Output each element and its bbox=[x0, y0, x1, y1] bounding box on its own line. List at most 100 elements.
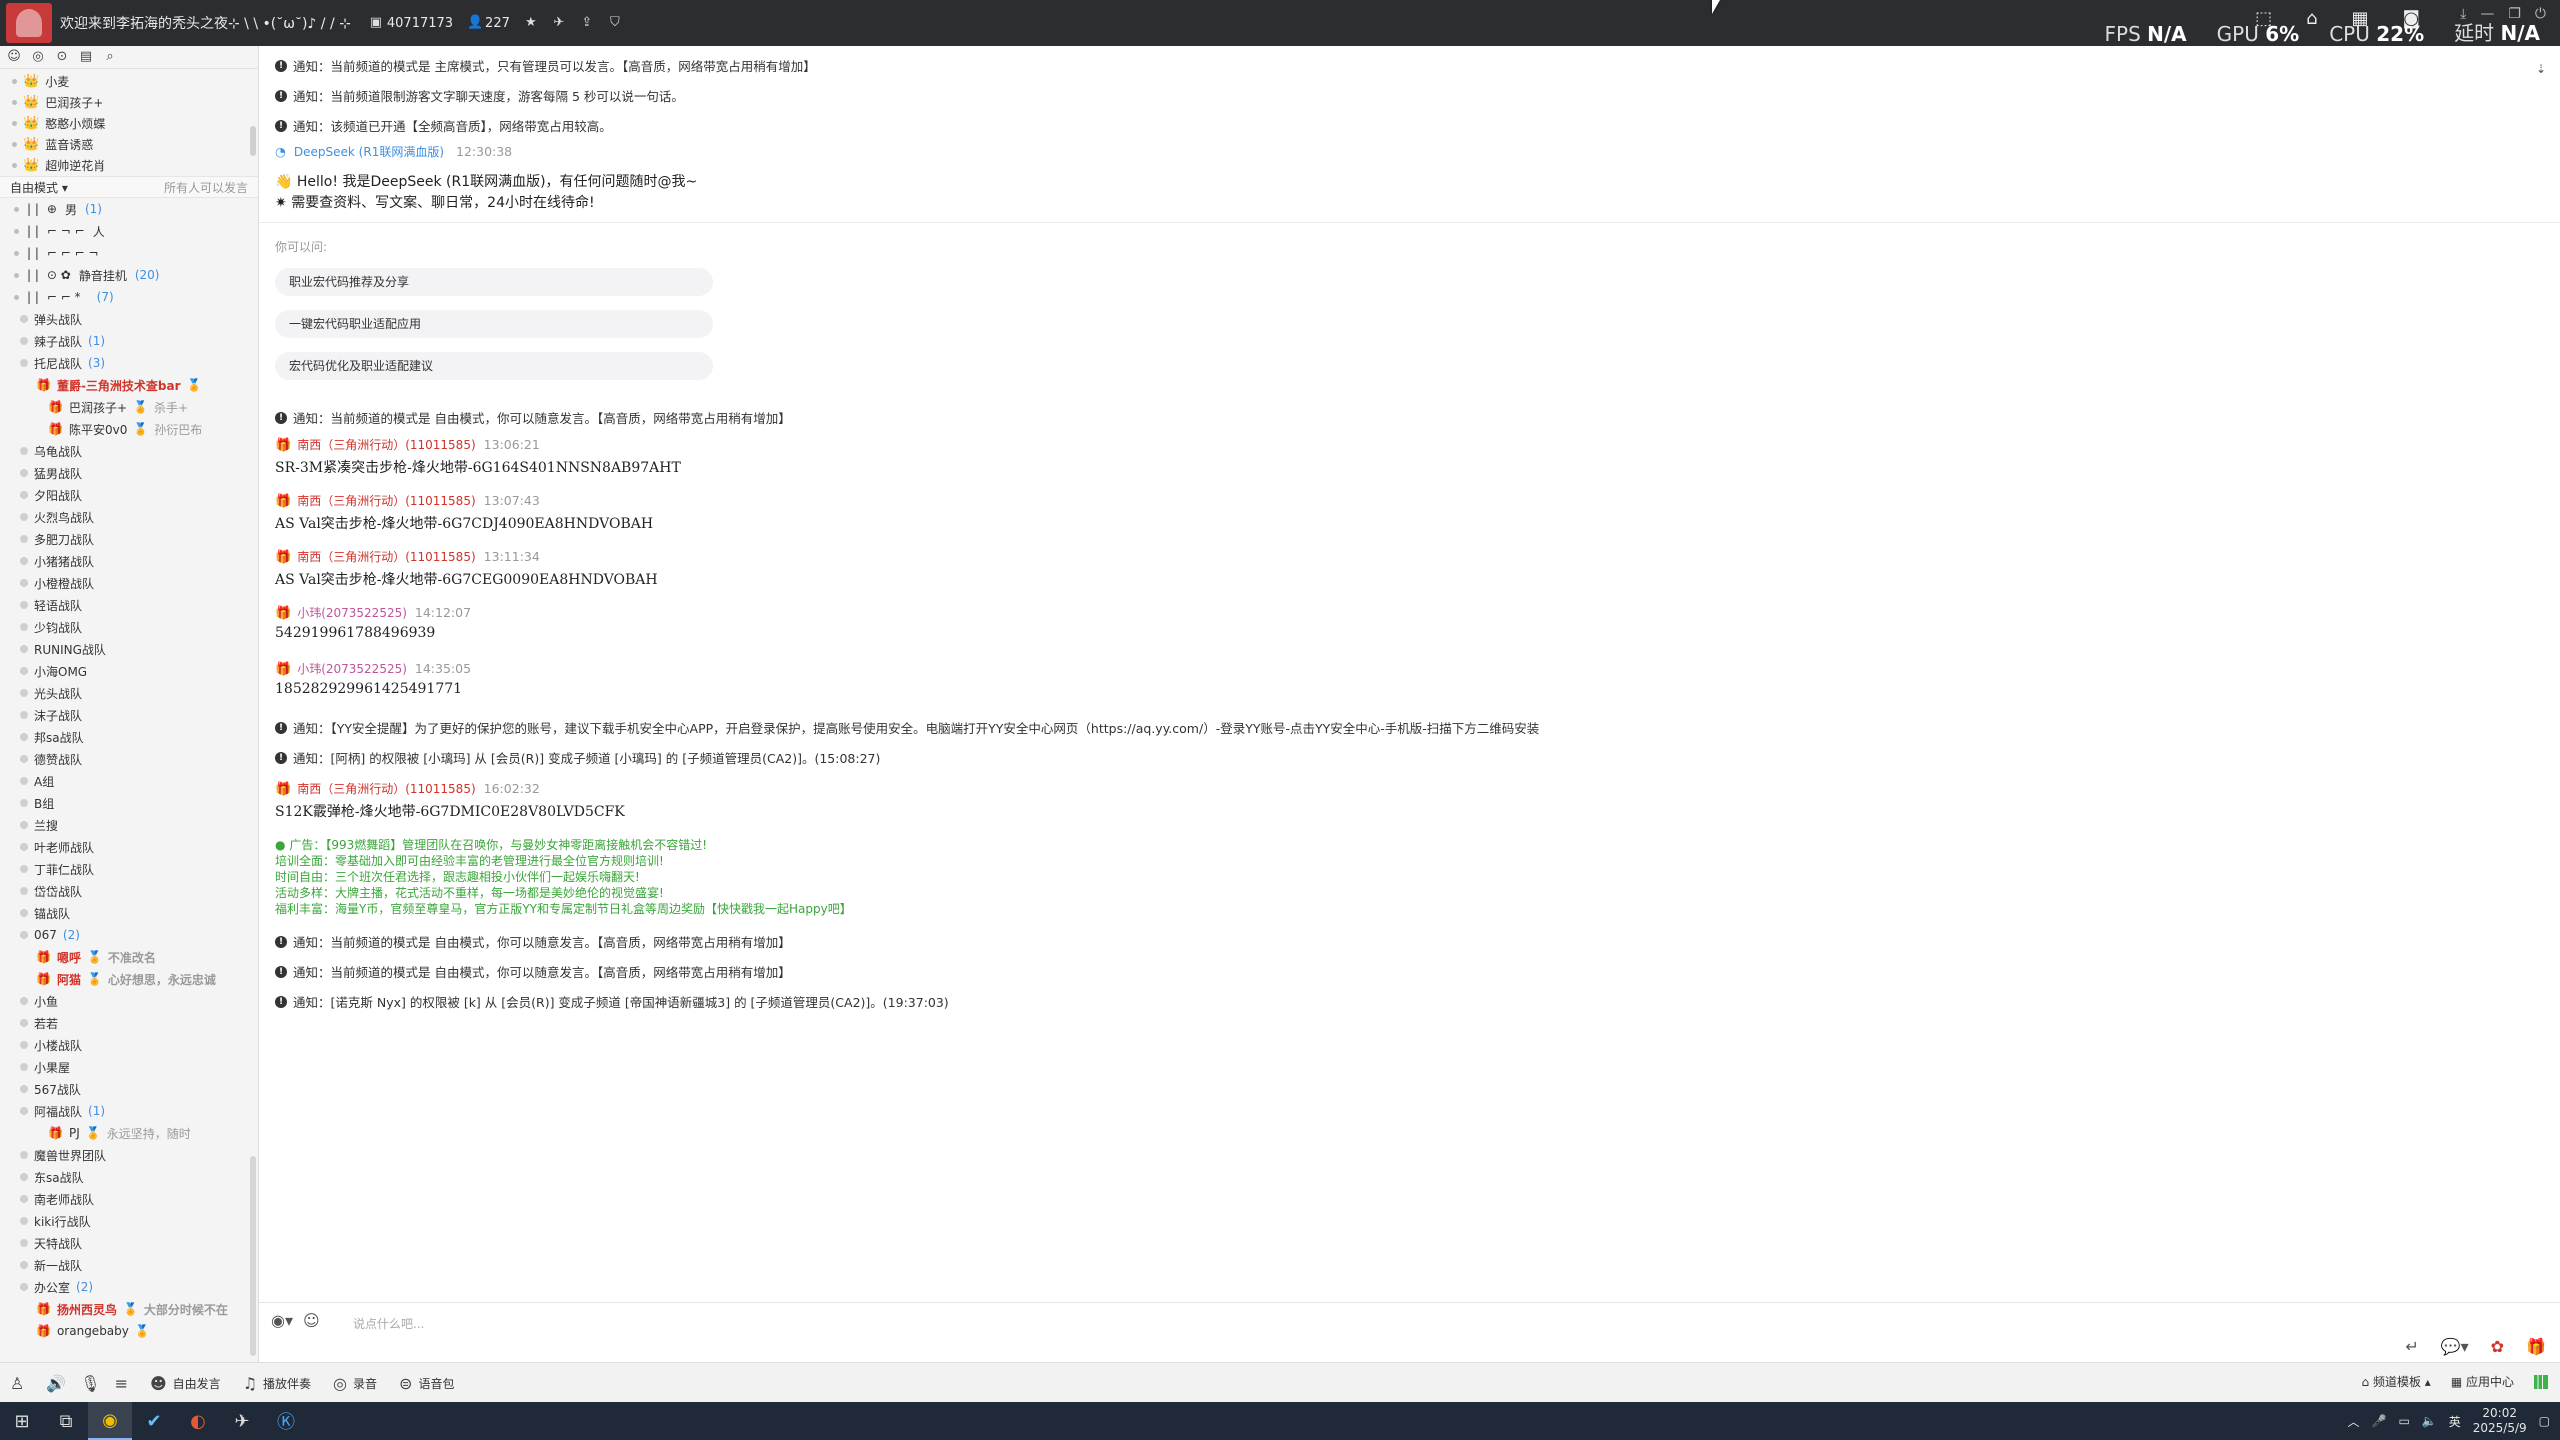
suggestion-pill[interactable]: 职业宏代码推荐及分享 bbox=[275, 268, 713, 296]
channel-item[interactable]: 叶老师战队 bbox=[0, 836, 258, 858]
user-item[interactable]: 👑 蓝音诱惑 bbox=[0, 134, 258, 155]
channel-item[interactable]: 岱岱战队 bbox=[0, 880, 258, 902]
star-icon[interactable]: ★ bbox=[524, 16, 538, 30]
channel-item[interactable]: 新一战队 bbox=[0, 1254, 258, 1276]
expand-toggle[interactable] bbox=[20, 1217, 28, 1225]
suggestion-pill[interactable]: 宏代码优化及职业适配建议 bbox=[275, 352, 713, 380]
speaker-button[interactable]: 🔊 bbox=[46, 1374, 66, 1393]
emoji-panel-icon[interactable]: ◉▾ bbox=[271, 1311, 293, 1330]
expand-toggle[interactable] bbox=[20, 997, 28, 1005]
message-sender[interactable]: 南西（三角洲行动）(11011585) bbox=[297, 550, 475, 564]
channel-item[interactable]: 兰搜 bbox=[0, 814, 258, 836]
taskbar-app-steam[interactable]: ✔ bbox=[132, 1402, 176, 1440]
expand-toggle[interactable] bbox=[20, 887, 28, 895]
mode-row[interactable]: 自由模式 ▾ 所有人可以发言 bbox=[0, 176, 258, 198]
member-item[interactable]: 🎁 扬州西灵鸟 🏅 大部分时候不在 bbox=[0, 1298, 258, 1320]
user-item[interactable]: 👑 小麦 bbox=[0, 71, 258, 92]
channel-row[interactable]: | | ⊕ 男 (1) bbox=[0, 198, 258, 220]
expand-toggle[interactable] bbox=[20, 1239, 28, 1247]
message-sender[interactable]: 南西（三角洲行动）(11011585) bbox=[297, 494, 475, 508]
app-center-button[interactable]: ▦ 应用中心 bbox=[2451, 1373, 2514, 1390]
bubble-icon[interactable]: 💬▾ bbox=[2441, 1337, 2469, 1356]
channel-row[interactable]: | | ⌐ ⌐ * (7) bbox=[0, 286, 258, 308]
channels-icon[interactable]: ◎ bbox=[30, 49, 46, 65]
channel-item[interactable]: 小果屋 bbox=[0, 1056, 258, 1078]
message-sender[interactable]: 小玮(2073522525) bbox=[297, 662, 407, 676]
expand-toggle[interactable] bbox=[20, 711, 28, 719]
mixer-button[interactable]: ≡ bbox=[115, 1374, 128, 1393]
tray-mic-icon[interactable]: 🎤 bbox=[2371, 1414, 2386, 1428]
expand-toggle[interactable] bbox=[20, 447, 28, 455]
channel-item[interactable]: 阿福战队 (1) bbox=[0, 1100, 258, 1122]
channel-item[interactable]: kiki行战队 bbox=[0, 1210, 258, 1232]
bot-name[interactable]: DeepSeek (R1联网满血版) bbox=[294, 145, 444, 159]
expand-toggle[interactable] bbox=[20, 579, 28, 587]
scroll-bottom-icon[interactable]: ⇣ bbox=[2536, 62, 2546, 76]
member-item[interactable]: 🎁 PJ 🏅 永远坚持，随时 bbox=[0, 1122, 258, 1144]
channel-item[interactable]: 弹头战队 bbox=[0, 308, 258, 330]
left-scrollbar-thumb-lower[interactable] bbox=[250, 1156, 256, 1356]
share-icon[interactable]: ⇪ bbox=[580, 16, 594, 30]
suggestion-pill[interactable]: 一键宏代码职业适配应用 bbox=[275, 310, 713, 338]
channel-item[interactable]: 少钧战队 bbox=[0, 616, 258, 638]
member-item[interactable]: 🎁 董爵-三角洲技术查bar 🏅 bbox=[0, 374, 258, 396]
expand-toggle[interactable] bbox=[20, 1151, 28, 1159]
expand-toggle[interactable] bbox=[20, 513, 28, 521]
expand-toggle[interactable] bbox=[20, 1063, 28, 1071]
channel-item[interactable]: A组 bbox=[0, 770, 258, 792]
message-sender[interactable]: 南西（三角洲行动）(11011585) bbox=[297, 438, 475, 452]
member-item[interactable]: 🎁 阿猫 🏅 心好想思，永远忠诚 bbox=[0, 968, 258, 990]
expand-toggle[interactable] bbox=[20, 1041, 28, 1049]
location-icon[interactable]: ⊙ bbox=[54, 49, 70, 65]
channel-item[interactable]: 光头战队 bbox=[0, 682, 258, 704]
channel-item[interactable]: 南老师战队 bbox=[0, 1188, 258, 1210]
channel-item[interactable]: B组 bbox=[0, 792, 258, 814]
notes-icon[interactable]: ▤ bbox=[78, 49, 94, 65]
expand-toggle[interactable] bbox=[20, 667, 28, 675]
member-item[interactable]: 🎁 巴润孩子+ 🏅 杀手+ bbox=[0, 396, 258, 418]
channel-item[interactable]: 办公室 (2) bbox=[0, 1276, 258, 1298]
user-item[interactable]: 👑 憨憨小烦蝶 bbox=[0, 113, 258, 134]
taskbar-app-yy[interactable]: ◉ bbox=[88, 1402, 132, 1440]
ad-line[interactable]: 福利丰富：海量Y币，官频至尊皇马，官方正版YY和专属定制节日礼盒等周边奖励【快快… bbox=[275, 901, 852, 917]
channel-item[interactable]: 沫子战队 bbox=[0, 704, 258, 726]
channel-item[interactable]: 猛男战队 bbox=[0, 462, 258, 484]
expand-toggle[interactable] bbox=[20, 623, 28, 631]
channel-item[interactable]: 锚战队 bbox=[0, 902, 258, 924]
avatar-button[interactable]: ♙ bbox=[10, 1374, 24, 1393]
channel-item[interactable]: 乌龟战队 bbox=[0, 440, 258, 462]
expand-toggle[interactable] bbox=[20, 755, 28, 763]
plane-icon[interactable]: ✈ bbox=[552, 16, 566, 30]
start-button[interactable]: ⊞ bbox=[0, 1402, 44, 1440]
member-item[interactable]: 🎁 orangebaby 🏅 bbox=[0, 1320, 258, 1342]
channel-item[interactable]: 轻语战队 bbox=[0, 594, 258, 616]
mode-selector[interactable]: 自由模式 ▾ bbox=[10, 179, 68, 196]
channel-item[interactable]: 邦sa战队 bbox=[0, 726, 258, 748]
channel-item[interactable]: 天特战队 bbox=[0, 1232, 258, 1254]
channel-item[interactable]: 小海OMG bbox=[0, 660, 258, 682]
expand-toggle[interactable] bbox=[20, 689, 28, 697]
channel-item[interactable]: 辣子战队 (1) bbox=[0, 330, 258, 352]
channel-item[interactable]: 567战队 bbox=[0, 1078, 258, 1100]
expand-toggle[interactable] bbox=[20, 1085, 28, 1093]
record-button[interactable]: ◎ 录音 bbox=[333, 1374, 377, 1393]
chat-icon[interactable]: ☺ bbox=[303, 1311, 320, 1330]
play-music-button[interactable]: ♫ 播放伴奏 bbox=[243, 1374, 311, 1393]
member-item[interactable]: 🎁 陈平安0v0 🏅 孙衍巴布 bbox=[0, 418, 258, 440]
free-speech-button[interactable]: ☻ 自由发言 bbox=[150, 1374, 221, 1393]
task-view-icon[interactable]: ⧉ bbox=[44, 1402, 88, 1440]
expand-toggle[interactable] bbox=[20, 865, 28, 873]
channel-row[interactable]: | | ⌐ ⌐ ⌐ ¬ bbox=[0, 242, 258, 264]
volume-icon[interactable]: 🔈 bbox=[2422, 1414, 2437, 1428]
channel-item[interactable]: 德赞战队 bbox=[0, 748, 258, 770]
user-item[interactable]: 👑 超帅逆花肖 bbox=[0, 155, 258, 176]
channel-item[interactable]: 托尼战队 (3) bbox=[0, 352, 258, 374]
message-input[interactable]: 说点什么吧... bbox=[353, 1315, 424, 1332]
member-item[interactable]: 🎁 嗯呼 🏅 不准改名 bbox=[0, 946, 258, 968]
channel-item[interactable]: 魔兽世界团队 bbox=[0, 1144, 258, 1166]
channel-item[interactable]: 小橙橙战队 bbox=[0, 572, 258, 594]
channel-item[interactable]: 小楼战队 bbox=[0, 1034, 258, 1056]
voice-pack-button[interactable]: ⊜ 语音包 bbox=[399, 1374, 454, 1393]
expand-toggle[interactable] bbox=[20, 535, 28, 543]
mic-button[interactable]: 🎙 bbox=[80, 1374, 100, 1393]
